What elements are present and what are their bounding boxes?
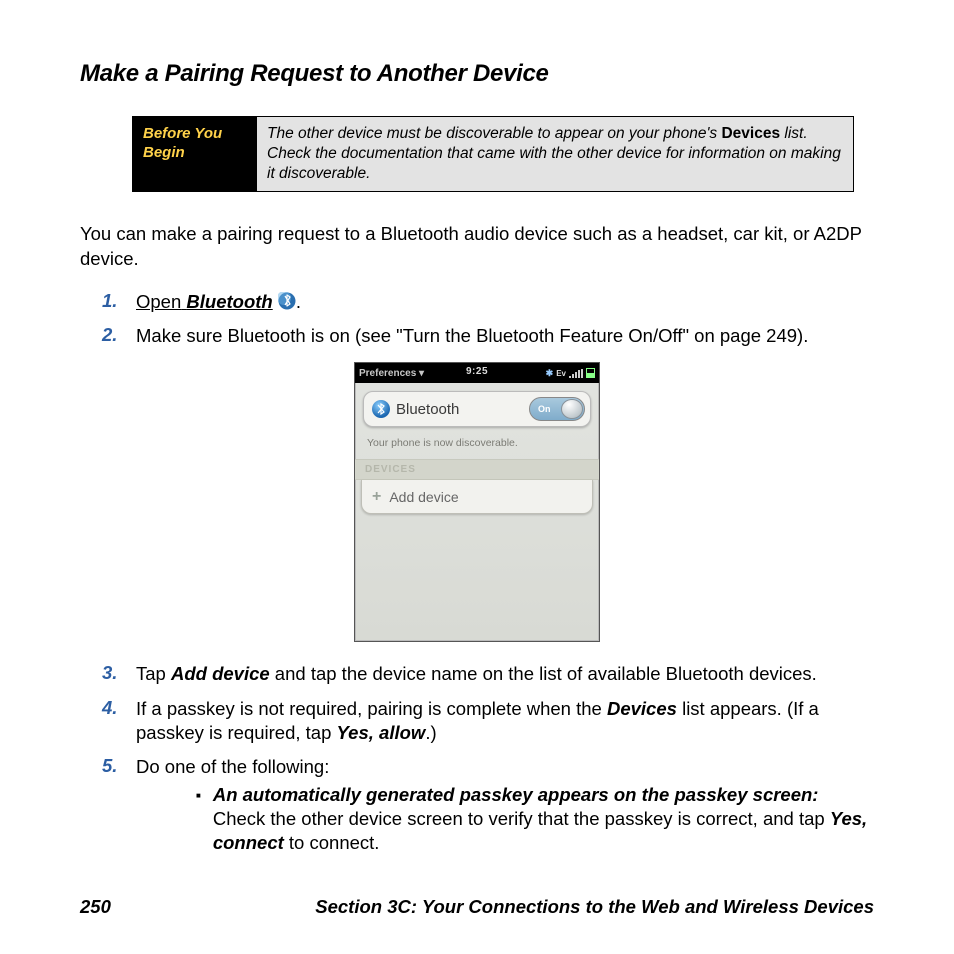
plus-icon: + (372, 488, 381, 506)
bluetooth-toggle[interactable]: On (529, 397, 585, 421)
bluetooth-label-text: Bluetooth (396, 401, 459, 418)
step1-period: . (296, 291, 301, 312)
status-icons: ✱ Ev (546, 368, 595, 379)
devices-header: DEVICES (355, 459, 599, 480)
discoverable-text: Your phone is now discoverable. (367, 437, 589, 449)
bullet-rest-a: Check the other device screen to verify … (213, 808, 830, 829)
bullet-passkey-auto: An automatically generated passkey appea… (196, 783, 874, 855)
add-device-emph: Add device (171, 663, 270, 684)
step-text: Make sure Bluetooth is on (see "Turn the… (136, 324, 808, 348)
callout-text-a: The other device must be discoverable to… (267, 125, 721, 142)
step-2: 2. Make sure Bluetooth is on (see "Turn … (102, 324, 874, 348)
step-number: 5. (102, 755, 136, 863)
step-number: 1. (102, 290, 136, 314)
screenshot-container: Preferences ▾ 9:25 ✱ Ev Bluetooth On You… (80, 362, 874, 642)
callout-body: The other device must be discoverable to… (257, 117, 853, 191)
toggle-knob (561, 399, 583, 419)
sub-bullet-list: An automatically generated passkey appea… (196, 783, 874, 855)
open-link[interactable]: Open Bluetooth (136, 291, 273, 312)
step-text: Tap Add device and tap the device name o… (136, 662, 817, 686)
battery-icon (586, 368, 595, 378)
step-number: 2. (102, 324, 136, 348)
step-text: If a passkey is not required, pairing is… (136, 697, 874, 745)
bullet-rest-c: to connect. (284, 832, 380, 853)
step-number: 4. (102, 697, 136, 745)
bluetooth-icon (278, 292, 296, 310)
yes-allow-emph: Yes, allow (337, 722, 426, 743)
step-1: 1. Open Bluetooth . (102, 290, 874, 314)
bluetooth-toggle-row[interactable]: Bluetooth On (363, 391, 591, 427)
page-footer: 250 Section 3C: Your Connections to the … (80, 896, 874, 918)
section-label: Section 3C: Your Connections to the Web … (315, 896, 874, 918)
callout-label: Before You Begin (133, 117, 257, 191)
before-you-begin-callout: Before You Begin The other device must b… (132, 116, 854, 192)
phone-screenshot: Preferences ▾ 9:25 ✱ Ev Bluetooth On You… (354, 362, 600, 642)
step-5: 5. Do one of the following: An automatic… (102, 755, 874, 863)
open-word: Open (136, 291, 181, 312)
bluetooth-word: Bluetooth (186, 291, 272, 312)
bluetooth-row-icon (372, 400, 390, 418)
step-number: 3. (102, 662, 136, 686)
s3c: and tap the device name on the list of a… (270, 663, 817, 684)
intro-paragraph: You can make a pairing request to a Blue… (80, 222, 874, 272)
status-signal-type: Ev (556, 369, 566, 378)
bullet-lead: An automatically generated passkey appea… (213, 784, 819, 805)
phone-status-bar: Preferences ▾ 9:25 ✱ Ev (355, 363, 599, 383)
step-text: Do one of the following: An automaticall… (136, 755, 874, 863)
s4e: .) (425, 722, 436, 743)
step-4: 4. If a passkey is not required, pairing… (102, 697, 874, 745)
s4a: If a passkey is not required, pairing is… (136, 698, 607, 719)
callout-devices-word: Devices (721, 125, 780, 142)
s3a: Tap (136, 663, 171, 684)
section-title: Make a Pairing Request to Another Device (80, 60, 874, 88)
step-text: Open Bluetooth . (136, 290, 301, 314)
step-3: 3. Tap Add device and tap the device nam… (102, 662, 874, 686)
s5-text: Do one of the following: (136, 756, 329, 777)
signal-bars-icon (569, 369, 583, 378)
toggle-on-label: On (538, 404, 551, 414)
devices-emph: Devices (607, 698, 677, 719)
bluetooth-row-label: Bluetooth (372, 400, 459, 418)
add-device-label: Add device (389, 489, 458, 505)
step-list-continued: 3. Tap Add device and tap the device nam… (102, 662, 874, 862)
add-device-row[interactable]: + Add device (361, 480, 593, 514)
status-bt-mini-icon: ✱ (546, 368, 554, 379)
step-list: 1. Open Bluetooth . 2. Make sure Bluetoo… (102, 290, 874, 348)
page-number: 250 (80, 896, 111, 918)
